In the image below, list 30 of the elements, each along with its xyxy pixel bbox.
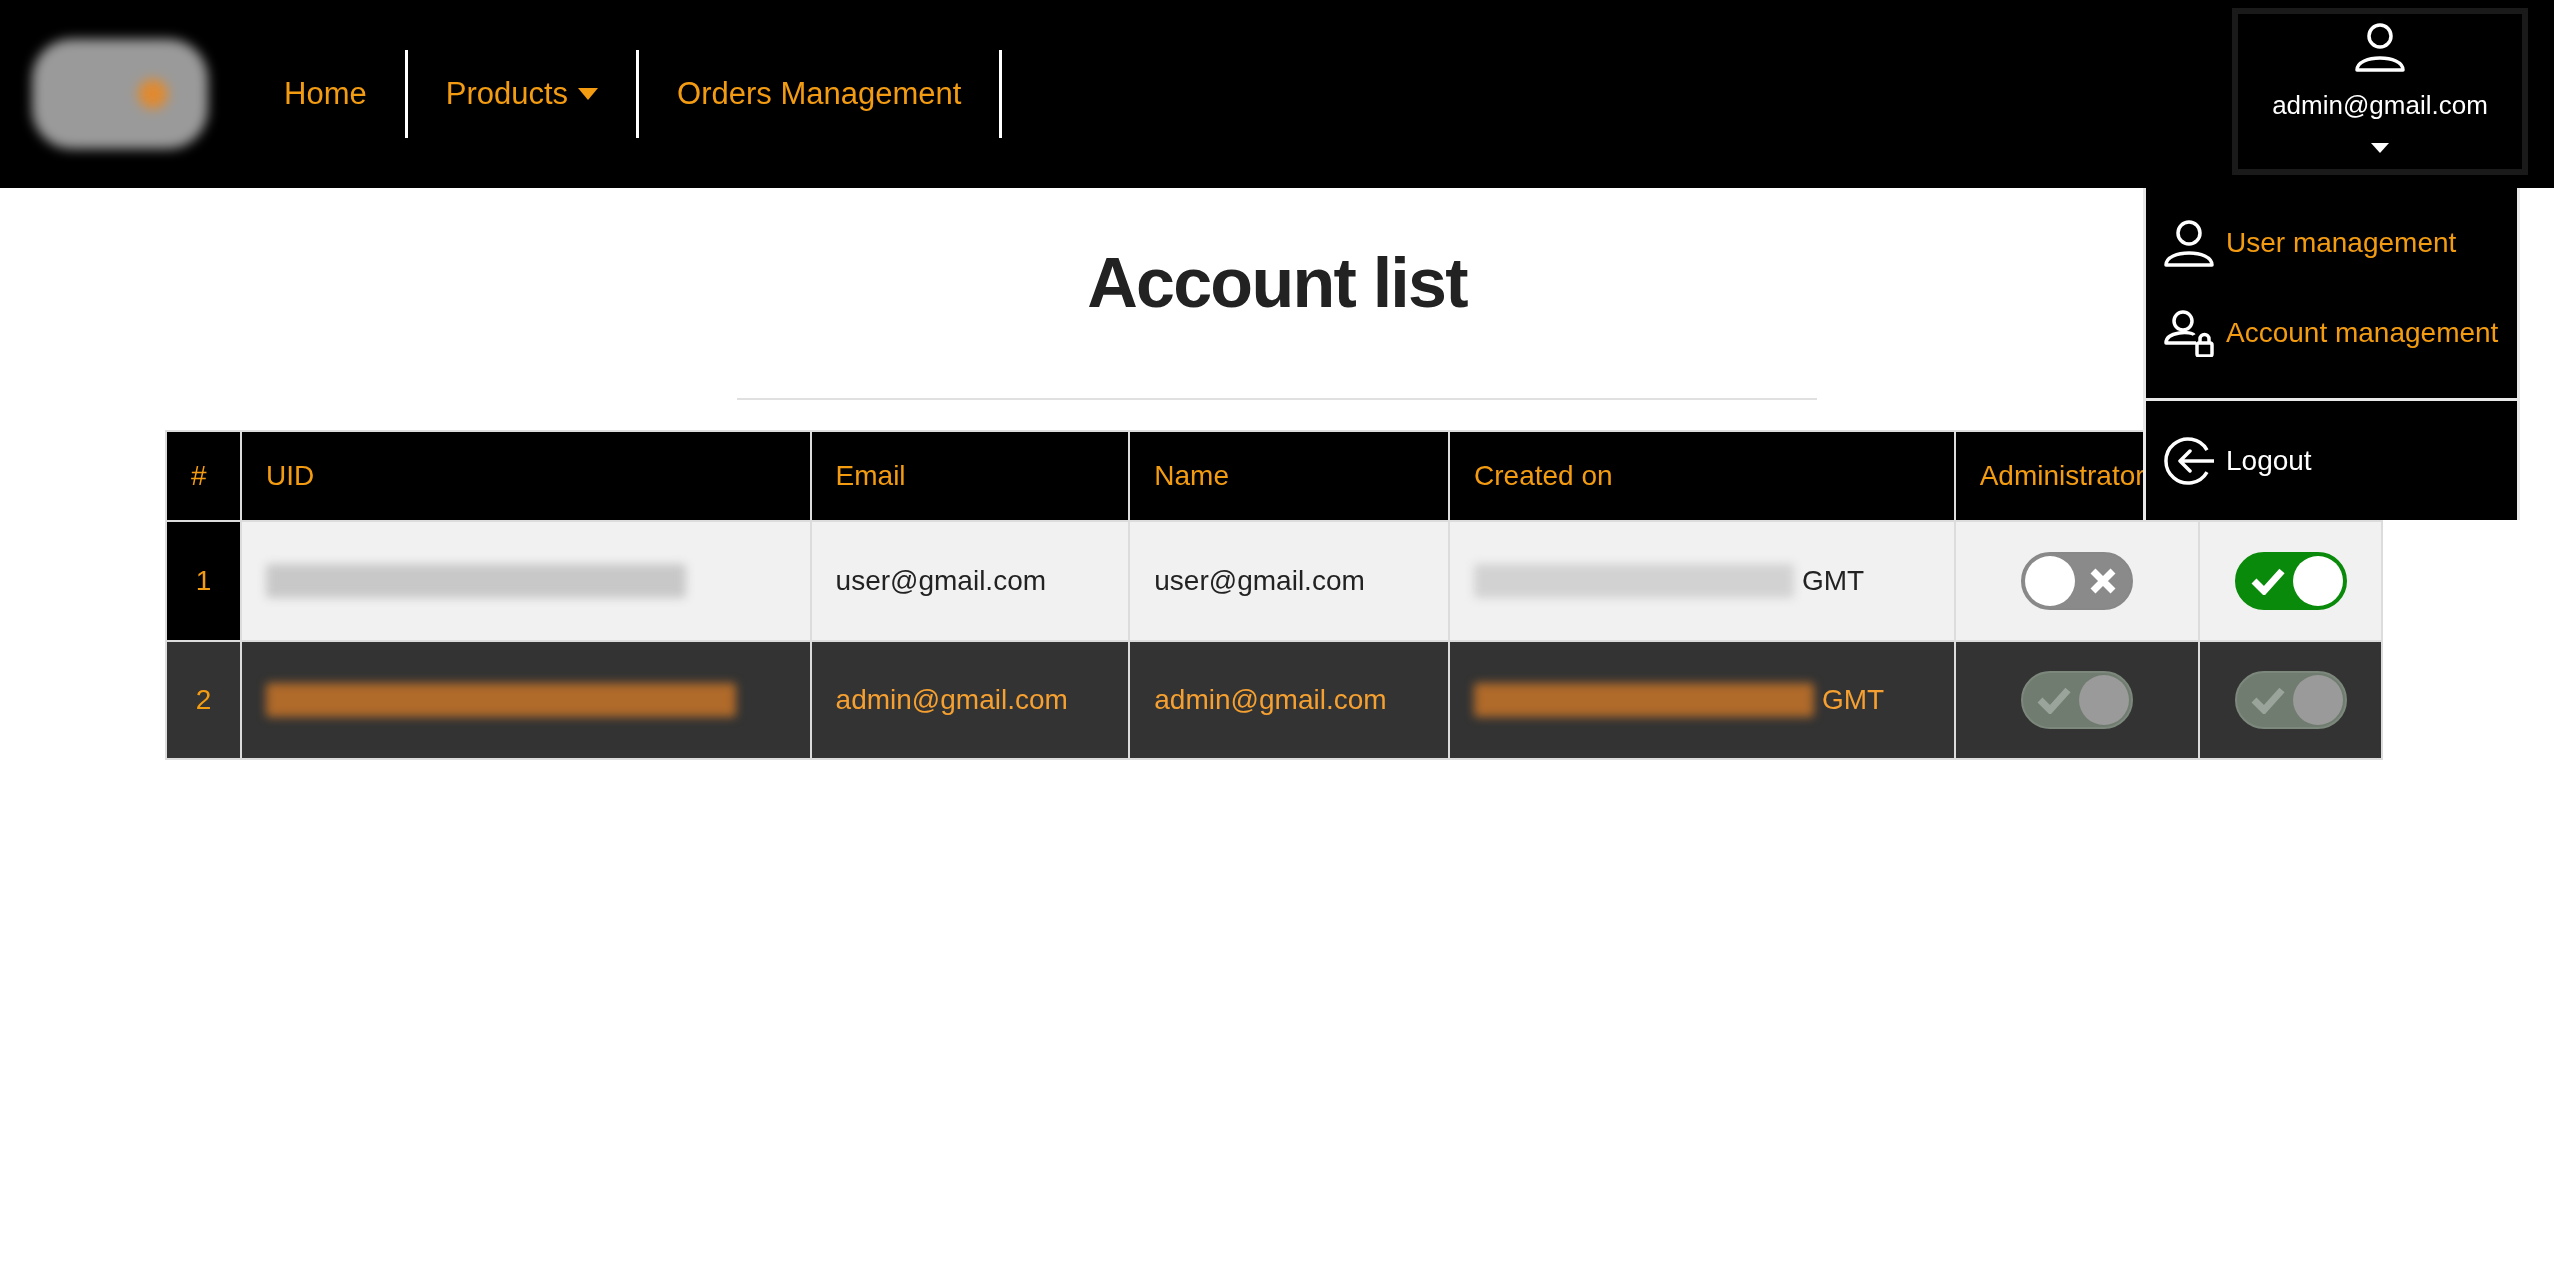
logout-icon	[2164, 435, 2214, 486]
user-icon	[2164, 219, 2214, 267]
menu-item[interactable]: Account management	[2146, 288, 2517, 378]
column-header: #	[166, 431, 241, 521]
toggle-switch[interactable]	[2234, 552, 2347, 610]
check-icon	[2250, 567, 2285, 595]
table-cell: user@gmail.com	[835, 565, 1047, 596]
toggle-switch[interactable]	[2021, 552, 2134, 610]
table-cell-text: GMT	[1822, 683, 1885, 717]
check-icon	[2250, 686, 2285, 714]
close-icon	[2089, 567, 2118, 595]
column-header: Created on	[1449, 431, 1955, 521]
nav-link[interactable]: Products	[407, 50, 640, 138]
nav-link[interactable]: Home	[246, 50, 408, 138]
user-lock-icon	[2164, 309, 2214, 357]
caret-icon[interactable]	[2371, 143, 2389, 153]
menu-item[interactable]: User management	[2146, 198, 2517, 288]
table-cell: admin@gmail.com	[1154, 684, 1387, 715]
nav-link[interactable]: Orders Management	[639, 50, 1003, 138]
column-header: UID	[240, 431, 811, 521]
check-icon	[2037, 686, 2072, 714]
table-cell: admin@gmail.com	[835, 684, 1068, 715]
row-number: 2	[195, 684, 212, 715]
table-cell: user@gmail.com	[1154, 565, 1365, 596]
logo-placeholder[interactable]	[32, 39, 208, 149]
page-title: Account list	[1087, 248, 1467, 318]
table-cell-text: GMT	[1802, 564, 1865, 598]
user-email[interactable]: admin@gmail.com	[2272, 86, 2488, 125]
user-icon	[2355, 22, 2405, 72]
row-number: 1	[195, 565, 212, 596]
